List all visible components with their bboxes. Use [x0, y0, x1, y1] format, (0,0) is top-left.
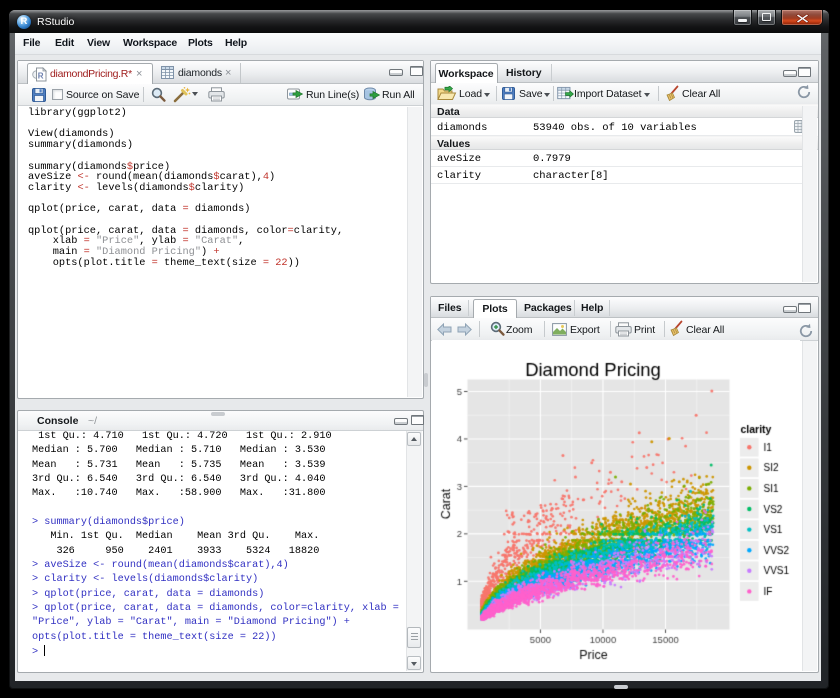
svg-text:R: R	[38, 72, 44, 81]
